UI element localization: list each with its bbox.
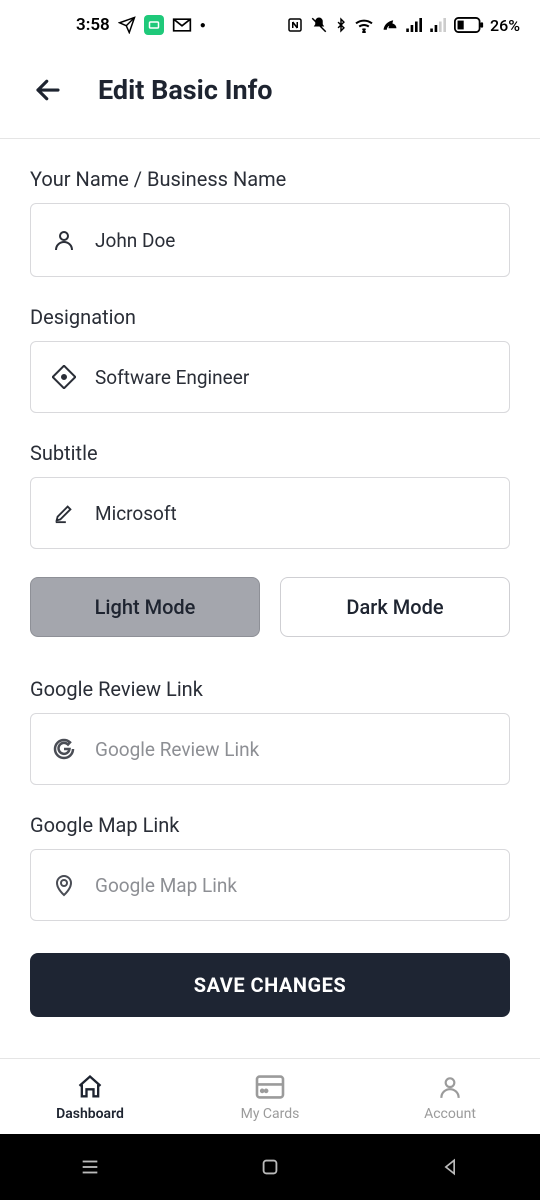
menu-icon (79, 1156, 101, 1178)
bottom-nav: Dashboard My Cards Account (0, 1058, 540, 1134)
map-label: Google Map Link (30, 813, 510, 837)
field-designation: Designation (30, 305, 510, 413)
review-label: Google Review Link (30, 677, 510, 701)
status-left: 3:58 ● (76, 15, 206, 35)
page-title: Edit Basic Info (98, 74, 273, 106)
save-label: SAVE CHANGES (194, 973, 346, 997)
field-subtitle: Subtitle (30, 441, 510, 549)
battery-icon (454, 17, 484, 33)
map-pin-icon (49, 872, 79, 898)
nav-my-cards[interactable]: My Cards (180, 1059, 360, 1134)
bluetooth-icon (334, 16, 348, 34)
name-input-box[interactable] (30, 203, 510, 277)
subtitle-label: Subtitle (30, 441, 510, 465)
subtitle-input-box[interactable] (30, 477, 510, 549)
review-input[interactable] (95, 738, 491, 761)
map-input-box[interactable] (30, 849, 510, 921)
dark-mode-button[interactable]: Dark Mode (280, 577, 510, 637)
badge-icon (49, 365, 79, 389)
designation-input[interactable] (95, 366, 491, 389)
name-label: Your Name / Business Name (30, 167, 510, 191)
designation-input-box[interactable] (30, 341, 510, 413)
message-badge-icon (144, 15, 164, 35)
save-changes-button[interactable]: SAVE CHANGES (30, 953, 510, 1017)
arrow-left-icon (33, 75, 63, 105)
android-nav-bar (0, 1134, 540, 1200)
google-icon (49, 737, 79, 761)
field-map-link: Google Map Link (30, 813, 510, 921)
back-button[interactable] (30, 72, 66, 108)
battery-percent: 26% (490, 16, 520, 35)
nav-account-label: Account (424, 1106, 476, 1122)
status-time: 3:58 (76, 15, 110, 35)
status-right: 26% (286, 16, 520, 35)
nav-account[interactable]: Account (360, 1059, 540, 1134)
designation-label: Designation (30, 305, 510, 329)
home-button[interactable] (230, 1147, 310, 1187)
theme-mode-toggle: Light Mode Dark Mode (30, 577, 510, 637)
account-icon (437, 1072, 463, 1102)
card-icon (254, 1072, 286, 1102)
page-header: Edit Basic Info (0, 50, 540, 138)
subtitle-input[interactable] (95, 502, 491, 525)
status-bar: 3:58 ● (0, 0, 540, 50)
field-name: Your Name / Business Name (30, 167, 510, 277)
user-icon (49, 228, 79, 252)
home-icon (75, 1072, 105, 1102)
wifi-icon (354, 17, 374, 33)
dark-mode-label: Dark Mode (346, 595, 443, 619)
map-input[interactable] (95, 874, 491, 897)
light-mode-button[interactable]: Light Mode (30, 577, 260, 637)
square-icon (259, 1156, 281, 1178)
light-mode-label: Light Mode (95, 595, 196, 619)
nav-cards-label: My Cards (241, 1106, 300, 1122)
field-review-link: Google Review Link (30, 677, 510, 785)
back-sys-button[interactable] (410, 1147, 490, 1187)
pencil-icon (49, 502, 79, 524)
nav-dashboard[interactable]: Dashboard (0, 1059, 180, 1134)
nfc-icon (286, 16, 304, 34)
send-icon (118, 16, 136, 34)
volte-icon (380, 17, 400, 33)
signal-2-icon (430, 18, 448, 32)
edit-form: Your Name / Business Name Designation Su… (0, 139, 540, 1017)
signal-1-icon (406, 18, 424, 32)
nav-dashboard-label: Dashboard (56, 1106, 124, 1122)
mute-icon (310, 16, 328, 34)
dot-icon: ● (200, 20, 206, 31)
gmail-icon (172, 17, 192, 33)
recent-apps-button[interactable] (50, 1147, 130, 1187)
triangle-back-icon (440, 1156, 460, 1178)
review-input-box[interactable] (30, 713, 510, 785)
name-input[interactable] (95, 229, 491, 252)
